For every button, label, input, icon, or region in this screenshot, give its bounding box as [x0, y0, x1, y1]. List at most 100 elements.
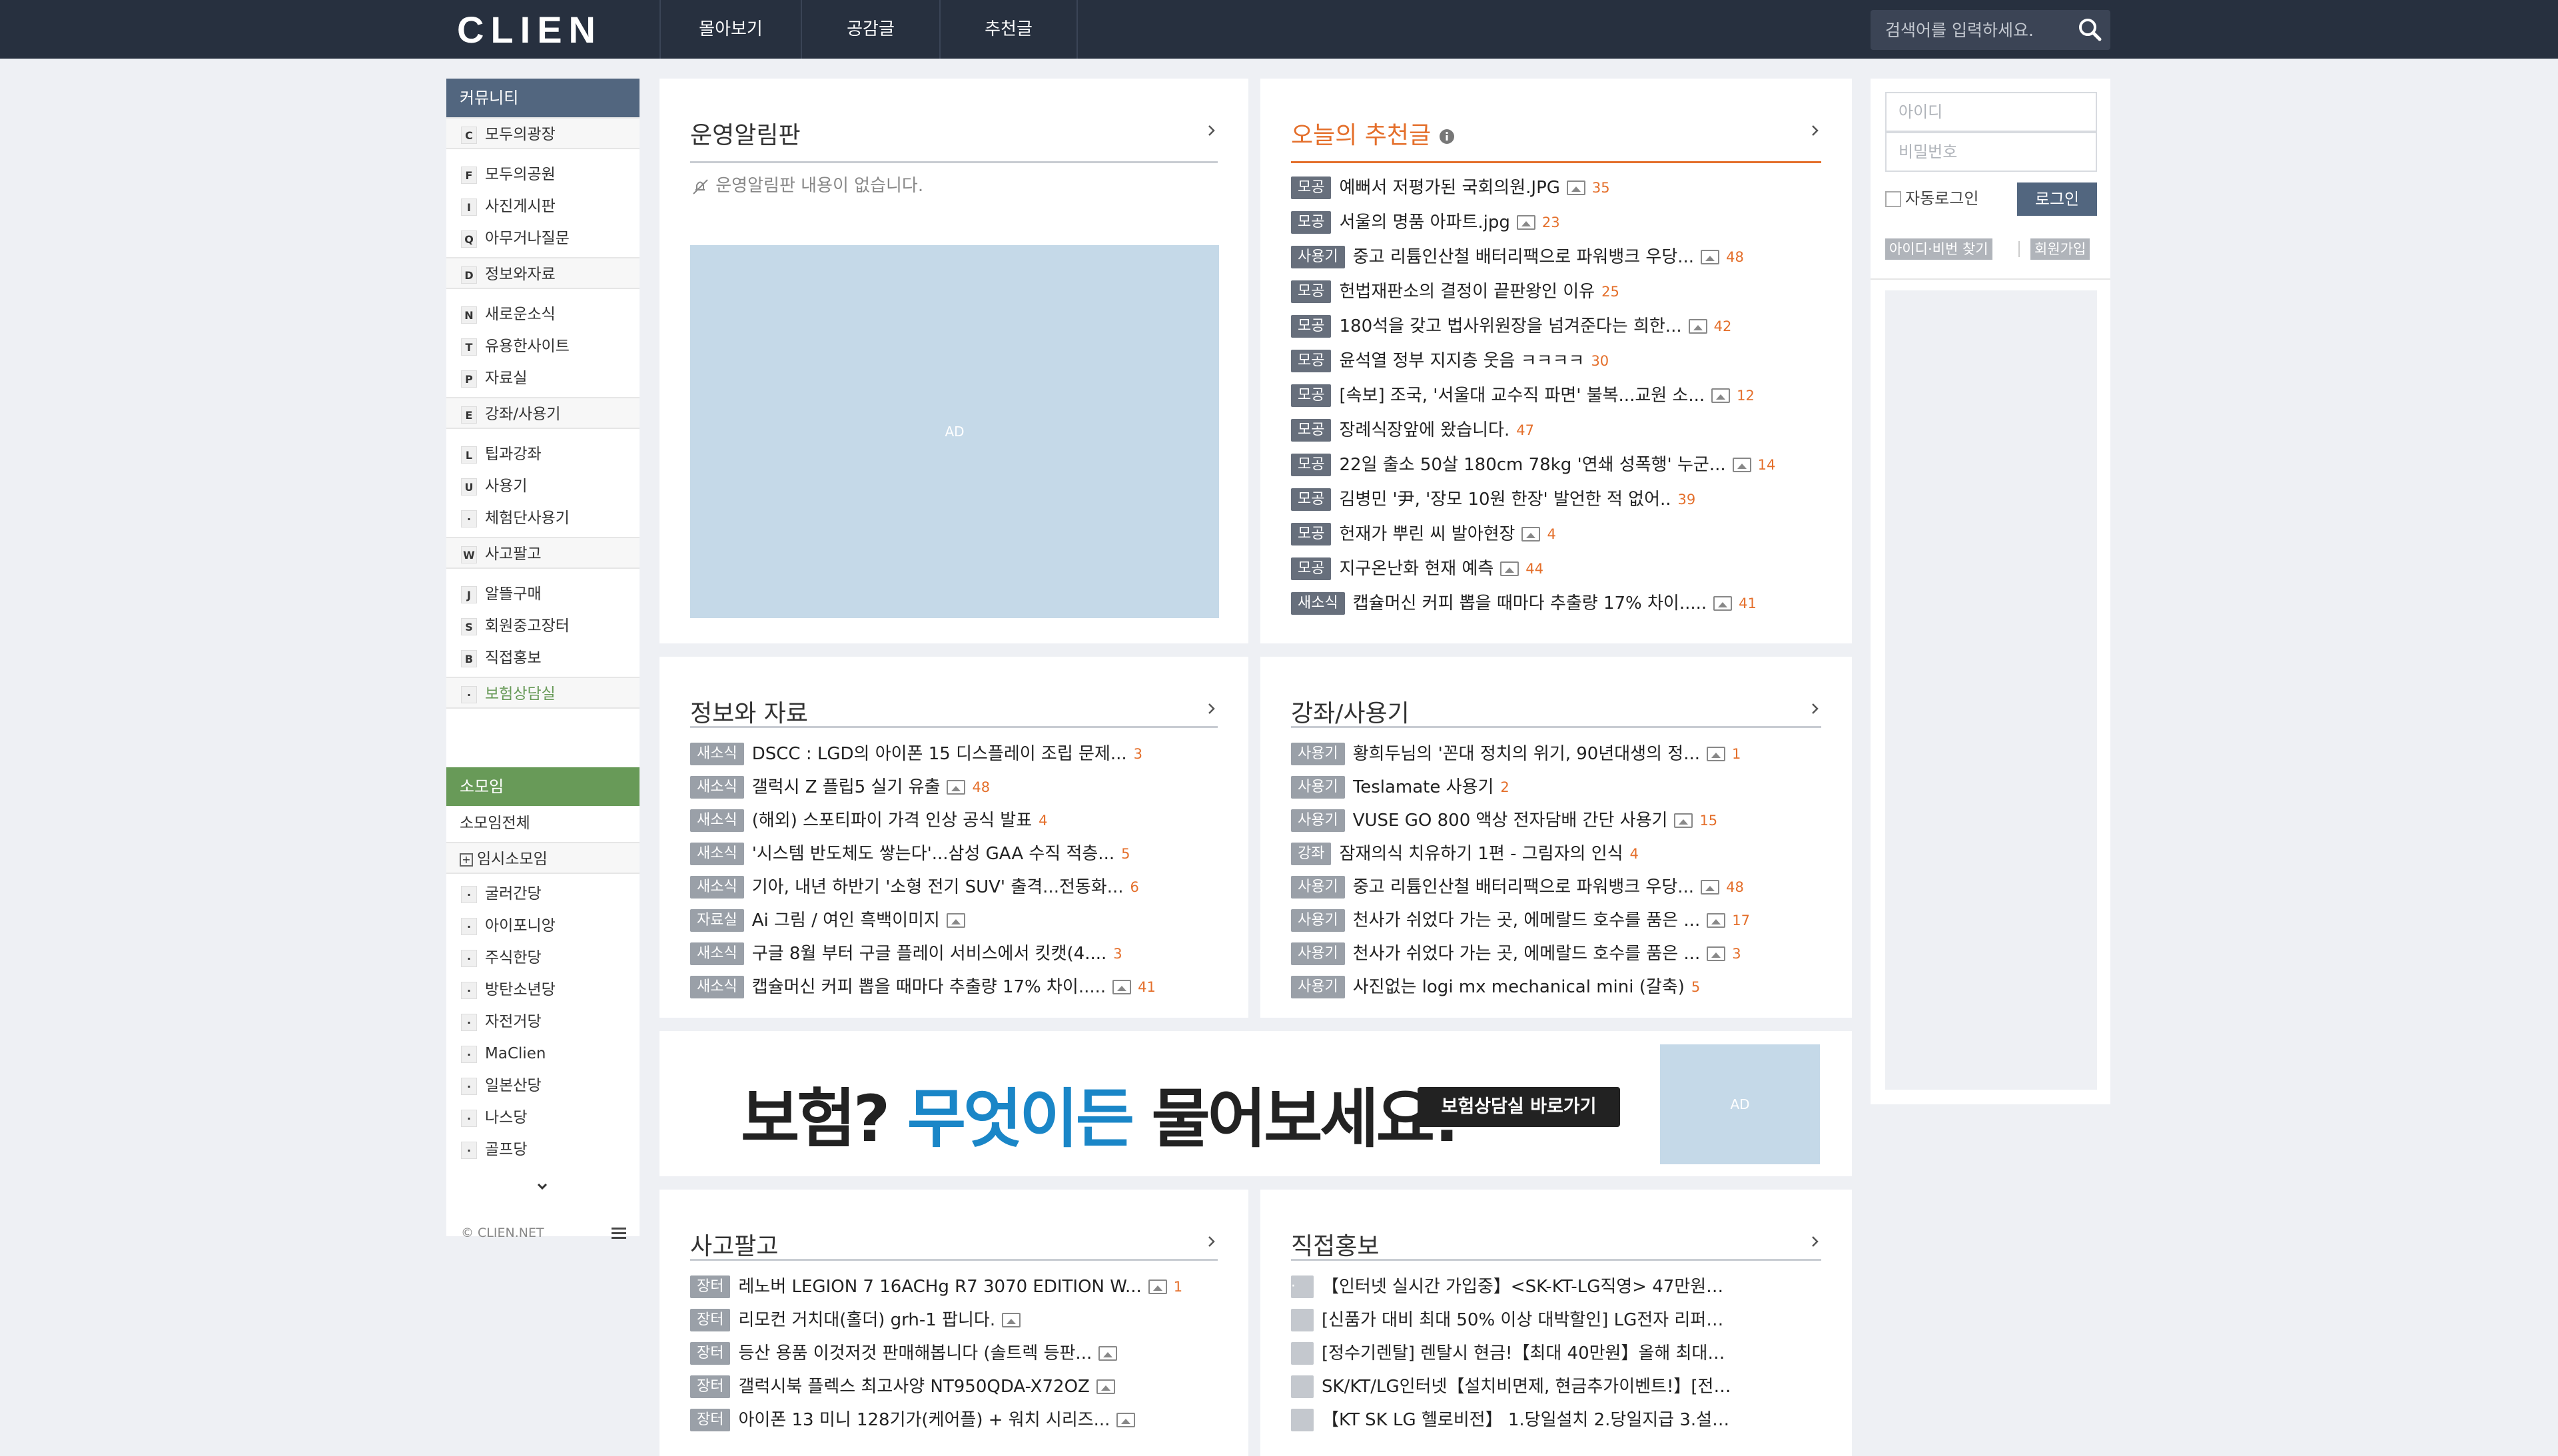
somoim-item[interactable]: · 굴러간당 — [446, 878, 640, 910]
list-item[interactable]: 장터 아이폰 13 미니 128기가(케어플) + 워치 시리즈... — [690, 1404, 1218, 1435]
list-item[interactable]: 모공 헌재가 뿌린 씨 발아현장 4 — [1291, 518, 1821, 549]
signup-link[interactable]: 회원가입 — [2030, 238, 2090, 260]
somoim-all-link[interactable]: 소모임전체 — [446, 807, 640, 839]
auto-login-checkbox[interactable] — [1885, 191, 1901, 207]
sidebar-item[interactable]: F 모두의공원 — [446, 159, 640, 190]
somoim-item[interactable]: · 주식한당 — [446, 942, 640, 974]
list-item[interactable]: 장터 레노버 LEGION 7 16ACHg R7 3070 EDITION W.… — [690, 1271, 1218, 1301]
sidebar-item[interactable]: B 직접홍보 — [446, 642, 640, 674]
chevron-right-icon[interactable] — [1807, 701, 1823, 717]
list-item[interactable]: [정수기렌탈] 렌탈시 현금!【최대 40만원】올해 최대혜택 ... — [1291, 1337, 1821, 1368]
sidebar-item[interactable]: W 사고팔고 — [446, 537, 640, 569]
list-item[interactable]: 모공 서울의 명품 아파트.jpg 23 — [1291, 206, 1821, 237]
nav-all-view[interactable]: 몰아보기 — [659, 0, 801, 59]
list-item[interactable]: 모공 예뻐서 저평가된 국회의원.JPG 35 — [1291, 172, 1821, 202]
ad-banner-small[interactable]: AD — [1660, 1044, 1820, 1164]
chevron-right-icon[interactable] — [1807, 123, 1823, 139]
list-item[interactable]: 새소식 기아, 내년 하반기 '소형 전기 SUV' 출격...전동화... 6 — [690, 871, 1218, 902]
sidebar-item[interactable]: C 모두의광장 — [446, 117, 640, 149]
somoim-item[interactable]: · 방탄소년당 — [446, 974, 640, 1006]
promo-title[interactable]: 직접홍보 — [1291, 1227, 1379, 1262]
clien-logo[interactable]: CLIEN — [457, 9, 605, 51]
somoim-item[interactable]: · MaClien — [446, 1038, 640, 1070]
list-item[interactable]: 장터 갤럭시북 플렉스 최고사양 NT950QDA-X72OZ — [690, 1371, 1218, 1401]
list-item[interactable]: 새소식 '시스템 반도체도 쌓는다'...삼성 GAA 수직 적층... 5 — [690, 838, 1218, 869]
list-item[interactable]: 사용기 VUSE GO 800 액상 전자담배 간단 사용기 15 — [1291, 805, 1821, 835]
sidebar-item[interactable]: P 자료실 — [446, 362, 640, 394]
chevron-right-icon[interactable] — [1203, 123, 1219, 139]
somoim-item[interactable]: · 일본산당 — [446, 1070, 640, 1102]
list-item[interactable]: 새소식 DSCC : LGD의 아이폰 15 디스플레이 조립 문제... 3 — [690, 738, 1218, 769]
chevron-right-icon[interactable] — [1203, 701, 1219, 717]
list-item[interactable]: 모공 장례식장앞에 왔습니다. 47 — [1291, 414, 1821, 445]
list-item[interactable]: [신품가 대비 최대 50% 이상 대박할인] LG전자 리퍼모니터 ... — [1291, 1304, 1821, 1335]
password-input[interactable] — [1885, 132, 2097, 172]
sidebar-item[interactable]: J 알뜰구매 — [446, 578, 640, 610]
list-item[interactable]: 모공 지구온난화 현재 예측 44 — [1291, 553, 1821, 583]
side-ad-area[interactable] — [1885, 290, 2097, 1090]
menu-icon[interactable] — [610, 1226, 628, 1242]
list-item[interactable]: 사용기 천사가 쉬었다 가는 곳, 에메랄드 호수를 품은 ... 17 — [1291, 905, 1821, 935]
list-item[interactable]: 자료실 Ai 그림 / 여인 흑백이미지 — [690, 905, 1218, 935]
sidebar-item[interactable]: S 회원중고장터 — [446, 610, 640, 642]
sidebar-item[interactable]: U 사용기 — [446, 470, 640, 502]
chevron-right-icon[interactable] — [1807, 1234, 1823, 1250]
list-item[interactable]: 사용기 황희두님의 '꼰대 정치의 위기, 90년대생의 정... 1 — [1291, 738, 1821, 769]
market-title[interactable]: 사고팔고 — [690, 1227, 778, 1262]
list-item[interactable]: 강좌 잠재의식 치유하기 1편 - 그림자의 인식 4 — [1291, 838, 1821, 869]
sidebar-item[interactable]: · 보험상담실 — [446, 677, 640, 709]
list-item[interactable]: 새소식 캡슐머신 커피 뽑을 때마다 추출량 17% 차이..... 41 — [690, 971, 1218, 1002]
community-header[interactable]: 커뮤니티 — [446, 79, 640, 117]
chevron-right-icon[interactable] — [1203, 1234, 1219, 1250]
somoim-item[interactable]: · 아이포니앙 — [446, 910, 640, 942]
sidebar-item[interactable]: T 유용한사이트 — [446, 330, 640, 362]
nav-empathy[interactable]: 공감글 — [801, 0, 939, 59]
list-item[interactable]: 사용기 중고 리튬인산철 배터리팩으로 파워뱅크 우당... 48 — [1291, 241, 1821, 272]
insurance-banner[interactable]: 보험? 무엇이든 물어보세요! 보험상담실 바로가기 AD — [659, 1031, 1852, 1176]
somoim-item[interactable]: · 자전거당 — [446, 1006, 640, 1038]
sidebar-item[interactable]: L 팁과강좌 — [446, 438, 640, 470]
list-item[interactable]: SK/KT/LG인터넷【설치비면제, 현금추가이벤트!】[전액현... — [1291, 1371, 1821, 1401]
list-item[interactable]: 장터 등산 용품 이것저것 판매해봅니다 (솔트렉 등판... — [690, 1337, 1218, 1368]
list-item[interactable]: 모공 [속보] 조국, '서울대 교수직 파면' 불복...교원 소... 12 — [1291, 380, 1821, 410]
somoim-item[interactable]: · 골프당 — [446, 1134, 640, 1166]
sidebar-item[interactable]: I 사진게시판 — [446, 190, 640, 222]
list-item[interactable]: 모공 김병민 '尹, '장모 10원 한장' 발언한 적 없어.. 39 — [1291, 484, 1821, 514]
ad-banner[interactable]: AD — [690, 245, 1219, 618]
list-item[interactable]: 사용기 중고 리튬인산철 배터리팩으로 파워뱅크 우당... 48 — [1291, 871, 1821, 902]
info-icon[interactable] — [1439, 129, 1455, 145]
lecture-title[interactable]: 강좌/사용기 — [1291, 694, 1410, 729]
list-item[interactable]: 모공 윤석열 정부 지지층 웃음 ㅋㅋㅋㅋ 30 — [1291, 345, 1821, 376]
sidebar-item[interactable]: · 체험단사용기 — [446, 502, 640, 534]
list-item[interactable]: 새소식 구글 8월 부터 구글 플레이 서비스에서 킷캣(4.... 3 — [690, 938, 1218, 968]
sidebar-item[interactable]: N 새로운소식 — [446, 298, 640, 330]
insurance-shortcut-button[interactable]: 보험상담실 바로가기 — [1418, 1087, 1620, 1127]
search-input[interactable] — [1871, 10, 2070, 50]
list-item[interactable]: 【KT SK LG 헬로비전】 1.당일설치 2.당일지급 3.설치비면... — [1291, 1404, 1821, 1435]
list-item[interactable]: 새소식 (해외) 스포티파이 가격 인상 공식 발표 4 — [690, 805, 1218, 835]
list-item[interactable]: 사용기 천사가 쉬었다 가는 곳, 에메랄드 호수를 품은 ... 3 — [1291, 938, 1821, 968]
sidebar-item[interactable]: Q 아무거나질문 — [446, 222, 640, 254]
list-item[interactable]: 사용기 Teslamate 사용기 2 — [1291, 771, 1821, 802]
somoim-header[interactable]: 소모임 — [446, 767, 640, 806]
list-item[interactable]: 새소식 캡슐머신 커피 뽑을 때마다 추출량 17% 차이..... 41 — [1291, 587, 1821, 618]
somoim-temp-link[interactable]: + 임시소모임 — [446, 842, 640, 874]
list-item[interactable]: · 【인터넷 실시간 가입중】<SK-KT-LG직영> 47만원#3만원... — [1291, 1271, 1821, 1301]
find-account-link[interactable]: 아이디·비번 찾기 — [1885, 238, 1992, 260]
nav-recommended[interactable]: 추천글 — [939, 0, 1078, 59]
sidebar-item[interactable]: D 정보와자료 — [446, 257, 640, 289]
list-item[interactable]: 모공 헌법재판소의 결정이 끝판왕인 이유 25 — [1291, 276, 1821, 306]
somoim-item[interactable]: · 나스당 — [446, 1102, 640, 1134]
auto-login-option[interactable]: 자동로그인 — [1885, 185, 1978, 208]
login-button[interactable]: 로그인 — [2017, 182, 2097, 216]
notice-title[interactable]: 운영알림판 — [690, 116, 801, 151]
user-id-input[interactable] — [1885, 92, 2097, 132]
info-title[interactable]: 정보와 자료 — [690, 694, 808, 729]
list-item[interactable]: 장터 리모컨 거치대(홀더) grh-1 팝니다. — [690, 1304, 1218, 1335]
list-item[interactable]: 모공 22일 출소 50살 180cm 78kg '연쇄 성폭행' 누군... 14 — [1291, 449, 1821, 480]
list-item[interactable]: 사용기 사진없는 logi mx mechanical mini (갈축) 5 — [1291, 971, 1821, 1002]
sidebar-item[interactable]: E 강좌/사용기 — [446, 397, 640, 429]
recommend-title[interactable]: 오늘의 추천글 — [1291, 116, 1455, 151]
search-icon[interactable] — [2077, 17, 2104, 43]
list-item[interactable]: 새소식 갤럭시 Z 플립5 실기 유출 48 — [690, 771, 1218, 802]
